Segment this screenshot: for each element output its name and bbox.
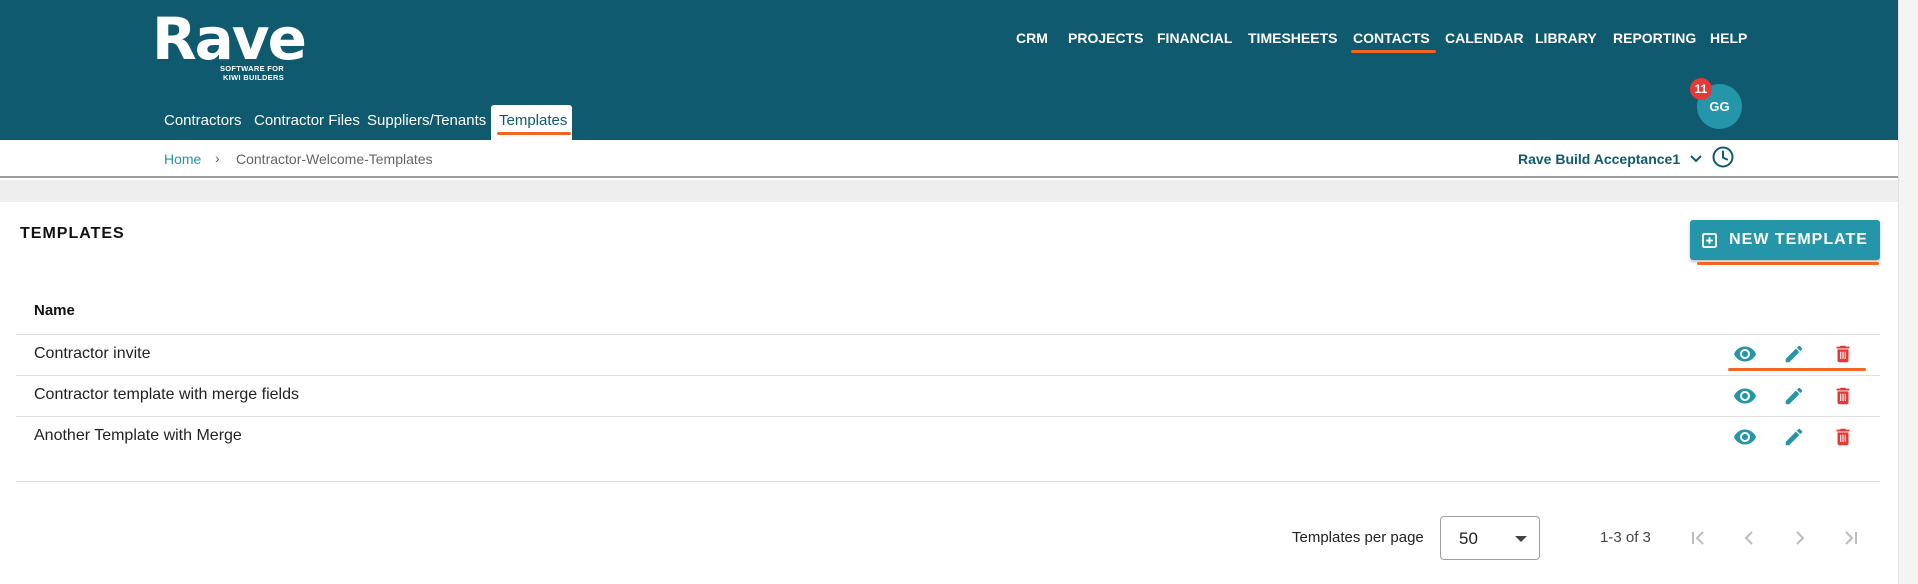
breadcrumb-separator: › (215, 150, 220, 166)
table-divider (16, 481, 1880, 482)
edit-button[interactable] (1782, 425, 1806, 449)
nav-crm[interactable]: CRM (1016, 30, 1048, 46)
per-page-select[interactable]: 50 (1440, 516, 1540, 560)
tab-contractors[interactable]: Contractors (164, 112, 242, 129)
eye-icon (1734, 429, 1756, 445)
clock-icon[interactable] (1711, 145, 1735, 169)
section-divider (0, 180, 1898, 202)
breadcrumb-home[interactable]: Home (164, 151, 201, 167)
per-page-label: Templates per page (1292, 529, 1424, 546)
new-template-label: NEW TEMPLATE (1729, 231, 1868, 248)
table-divider (16, 416, 1880, 417)
edit-button[interactable] (1782, 384, 1806, 408)
prev-page-icon[interactable] (1737, 526, 1761, 550)
nav-library[interactable]: LIBRARY (1535, 30, 1597, 46)
nav-reporting[interactable]: REPORTING (1613, 30, 1696, 46)
nav-financial[interactable]: FINANCIAL (1157, 30, 1232, 46)
nav-contacts[interactable]: CONTACTS (1351, 30, 1436, 53)
tab-suppliers-tenants[interactable]: Suppliers/Tenants (367, 112, 486, 129)
table-divider (16, 334, 1880, 335)
new-template-button[interactable]: NEW TEMPLATE (1690, 220, 1880, 260)
table-row-name[interactable]: Contractor invite (34, 345, 151, 363)
caret-down-icon (1515, 536, 1527, 542)
pencil-icon (1785, 428, 1803, 446)
edit-button[interactable] (1782, 342, 1806, 366)
add-box-icon (1702, 232, 1718, 248)
tab-contractor-files[interactable]: Contractor Files (254, 112, 360, 129)
top-header: Rave SOFTWARE FOR KIWI BUILDERS CRM PROJ… (0, 0, 1898, 140)
button-highlight (1697, 262, 1879, 265)
trash-icon (1836, 387, 1850, 405)
nav-timesheets[interactable]: TIMESHEETS (1248, 30, 1337, 46)
column-header-name[interactable]: Name (34, 302, 75, 319)
rave-logo[interactable]: Rave SOFTWARE FOR KIWI BUILDERS (152, 5, 307, 82)
actions-highlight (1728, 368, 1866, 371)
scrollbar[interactable] (1898, 0, 1918, 584)
last-page-icon[interactable] (1839, 526, 1863, 550)
trash-icon (1836, 428, 1850, 446)
per-page-value: 50 (1459, 529, 1478, 548)
view-button[interactable] (1733, 384, 1757, 408)
nav-projects[interactable]: PROJECTS (1068, 30, 1143, 46)
logo-tagline: SOFTWARE FOR KIWI BUILDERS (219, 64, 284, 82)
page-title: TEMPLATES (20, 225, 125, 242)
breadcrumb-bar: Home › Contractor-Welcome-Templates Rave… (0, 140, 1898, 178)
pencil-icon (1785, 387, 1803, 405)
first-page-icon[interactable] (1686, 526, 1710, 550)
nav-calendar[interactable]: CALENDAR (1445, 30, 1524, 46)
eye-icon (1734, 346, 1756, 362)
project-selector[interactable]: Rave Build Acceptance1 (1518, 151, 1702, 167)
delete-button[interactable] (1831, 425, 1855, 449)
next-page-icon[interactable] (1788, 526, 1812, 550)
delete-button[interactable] (1831, 384, 1855, 408)
project-selector-value: Rave Build Acceptance1 (1518, 151, 1681, 167)
eye-icon (1734, 388, 1756, 404)
trash-icon (1836, 345, 1850, 363)
pagination-range: 1-3 of 3 (1600, 529, 1651, 546)
logo-word: Rave (152, 5, 307, 73)
notification-badge[interactable]: 11 (1690, 78, 1712, 100)
breadcrumb-current: Contractor-Welcome-Templates (236, 151, 433, 167)
table-row-name[interactable]: Another Template with Merge (34, 427, 242, 445)
delete-button[interactable] (1831, 342, 1855, 366)
view-button[interactable] (1733, 425, 1757, 449)
nav-help[interactable]: HELP (1710, 30, 1747, 46)
chevron-down-icon (1690, 155, 1702, 163)
table-row-name[interactable]: Contractor template with merge fields (34, 386, 299, 404)
pencil-icon (1785, 345, 1803, 363)
table-divider (16, 375, 1880, 376)
tab-templates[interactable]: Templates (496, 112, 572, 135)
view-button[interactable] (1733, 342, 1757, 366)
